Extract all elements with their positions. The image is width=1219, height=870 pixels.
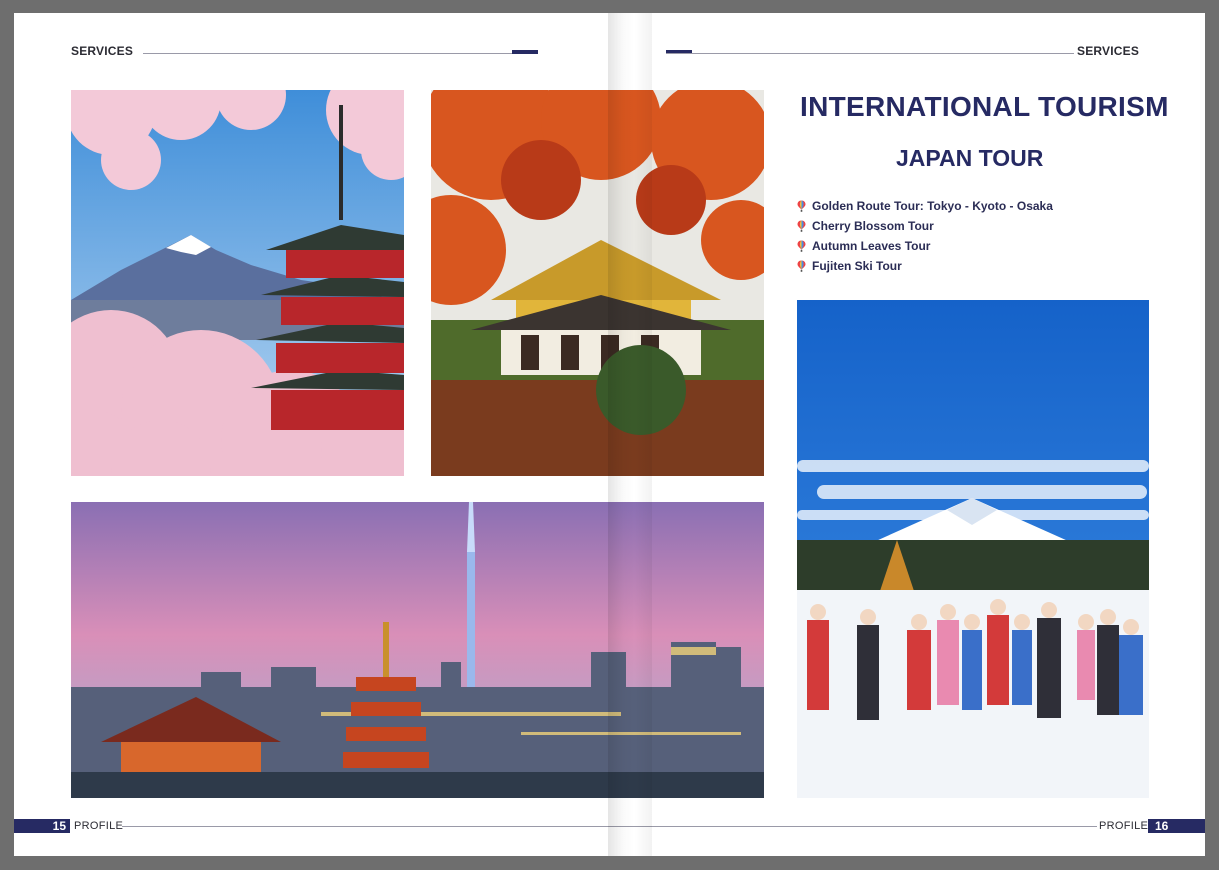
photo-golden-pavilion bbox=[431, 90, 764, 476]
page-number-right-text: 16 bbox=[1155, 819, 1169, 833]
list-item: Fujiten Ski Tour bbox=[797, 256, 1053, 276]
list-item: Autumn Leaves Tour bbox=[797, 236, 1053, 256]
list-item: Cherry Blossom Tour bbox=[797, 216, 1053, 236]
balloon-pin-icon bbox=[797, 220, 806, 232]
balloon-pin-icon bbox=[797, 260, 806, 272]
photo-pagoda-fuji bbox=[71, 90, 404, 476]
header-section-right: SERVICES bbox=[1077, 44, 1140, 58]
tour-label: Fujiten Ski Tour bbox=[812, 259, 902, 273]
tour-list: Golden Route Tour: Tokyo - Kyoto - Osaka… bbox=[797, 196, 1053, 276]
balloon-pin-icon bbox=[797, 240, 806, 252]
tour-label: Autumn Leaves Tour bbox=[812, 239, 931, 253]
photo-ski-group bbox=[797, 300, 1149, 798]
list-item: Golden Route Tour: Tokyo - Kyoto - Osaka bbox=[797, 196, 1053, 216]
header-accent-left bbox=[512, 50, 538, 54]
photo-tokyo-skyline bbox=[71, 502, 764, 798]
footer-label-right: PROFILE bbox=[1099, 820, 1149, 832]
balloon-pin-icon bbox=[797, 200, 806, 212]
tour-label: Golden Route Tour: Tokyo - Kyoto - Osaka bbox=[812, 199, 1053, 213]
tour-label: Cherry Blossom Tour bbox=[812, 219, 934, 233]
page-title: INTERNATIONAL TOURISM bbox=[800, 91, 1169, 122]
page-number-left-text: 15 bbox=[52, 819, 66, 833]
header-section-left: SERVICES bbox=[71, 44, 134, 58]
brochure-spread: SERVICES SERVICES INTERNATIONAL TOURISM … bbox=[14, 13, 1205, 856]
header-rule-left bbox=[143, 53, 538, 54]
page-number-left: 15 bbox=[14, 819, 70, 833]
page-subtitle: JAPAN TOUR bbox=[896, 145, 1044, 171]
footer-rule bbox=[122, 826, 1097, 827]
footer-label-left: PROFILE bbox=[74, 820, 124, 832]
header-rule-right bbox=[666, 53, 1074, 54]
page-number-right: 16 bbox=[1148, 819, 1205, 833]
